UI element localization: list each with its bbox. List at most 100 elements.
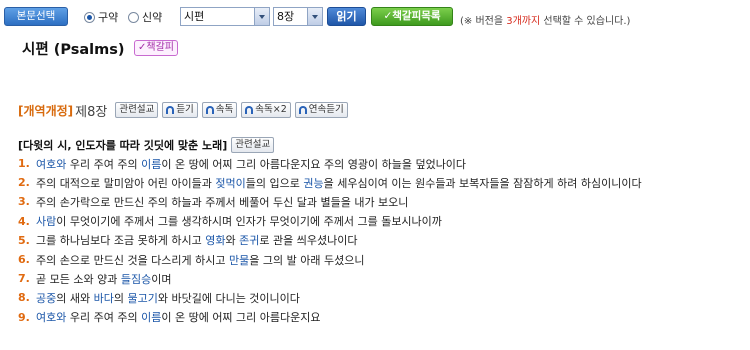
page-title: 시편 (Psalms) — [22, 42, 125, 58]
psalm-superscription: [다윗의 시, 인도자를 따라 깃딧에 맞춘 노래] 관련설교 — [18, 136, 275, 154]
verse-text-segment: 주의 손으로 만드신 것을 다스리게 하시고 — [36, 253, 230, 267]
verse-word-link[interactable]: 존귀 — [239, 234, 259, 247]
verse-text: 주의 손가락으로 만드신 주의 하늘과 주께서 베풀어 두신 달과 별들을 내가… — [36, 194, 408, 210]
verse-number: 4. — [18, 214, 30, 228]
bookmark-list-label: 책갈피목록 — [392, 10, 441, 22]
radio-old-testament-dot[interactable] — [84, 11, 95, 23]
verse-row: 9. 여호와 우리 주여 주의 이름이 온 땅에 어찌 그리 아름다운지요 — [18, 308, 750, 327]
radio-old-testament[interactable]: 구약 — [84, 9, 118, 25]
verse-number: 2. — [18, 176, 30, 190]
verse-text-segment: 와 바닷길에 다니는 것이니이다 — [157, 291, 300, 305]
headphones-icon — [205, 106, 214, 114]
verse-list: 1. 여호와 우리 주여 주의 이름이 온 땅에 어찌 그리 아름다운지요 주의 … — [18, 154, 750, 327]
radio-new-testament-dot[interactable] — [128, 11, 139, 23]
bookmark-list-button[interactable]: ✓책갈피목록 — [371, 7, 453, 26]
verse-text-segment: 주의 대적으로 말미암아 어린 아이들과 — [36, 176, 216, 190]
verse-word-link[interactable]: 영화 — [205, 234, 225, 247]
related-sermon-button[interactable]: 관련설교 — [115, 102, 159, 118]
verse-text-segment: 이 온 땅에 어찌 그리 아름다운지요 주의 영광이 하늘을 덮었나이다 — [161, 157, 467, 171]
related-sermon-button[interactable]: 관련설교 — [231, 137, 275, 153]
verse-text: 공중의 새와 바다의 물고기와 바닷길에 다니는 것이니이다 — [36, 290, 300, 306]
verse-text-segment: 의 새와 — [56, 291, 94, 305]
verse-text: 사람이 무엇이기에 주께서 그를 생각하시며 인자가 무엇이기에 주께서 그를 … — [36, 213, 442, 229]
select-passage-button[interactable]: 본문선택 — [4, 7, 68, 26]
verse-text-segment: 들의 입으로 — [245, 176, 304, 190]
verse-row: 5. 그를 하나님보다 조금 못하게 하시고 영화와 존귀로 관을 씌우셨나이다 — [18, 231, 750, 250]
verse-word-link[interactable]: 들짐승 — [121, 273, 151, 286]
verse-row: 3. 주의 손가락으로 만드신 주의 하늘과 주께서 베풀어 두신 달과 별들을 … — [18, 192, 750, 211]
verse-word-link[interactable]: 여호와 — [36, 158, 66, 171]
headphones-icon — [245, 106, 254, 114]
verse-text: 그를 하나님보다 조금 못하게 하시고 영화와 존귀로 관을 씌우셨나이다 — [36, 232, 358, 248]
verse-row: 1. 여호와 우리 주여 주의 이름이 온 땅에 어찌 그리 아름다운지요 주의 … — [18, 154, 750, 173]
chevron-down-icon[interactable] — [307, 8, 322, 25]
verse-text-segment: 의 — [113, 291, 128, 305]
verse-text-segment: 이 온 땅에 어찌 그리 아름다운지요 — [161, 311, 321, 325]
verse-text-segment: 우리 주여 주의 — [66, 157, 142, 171]
read-button[interactable]: 읽기 — [327, 7, 366, 26]
headphones-icon — [298, 106, 307, 114]
verse-text: 여호와 우리 주여 주의 이름이 온 땅에 어찌 그리 아름다운지요 — [36, 309, 321, 325]
verse-word-link[interactable]: 여호와 — [36, 311, 66, 324]
verse-word-link[interactable]: 권능 — [303, 177, 323, 190]
verse-word-link[interactable]: 사람 — [36, 215, 56, 228]
verse-text: 곧 모든 소와 양과 들짐승이며 — [36, 271, 171, 287]
continuous-listen-button[interactable]: 연속듣기 — [294, 102, 348, 118]
chapter-select[interactable]: 8장 — [273, 7, 323, 26]
verse-word-link[interactable]: 이름 — [141, 311, 161, 324]
version-limit-note: (※ 버전을 3개까지 선택할 수 있습니다.) — [460, 12, 630, 27]
verse-text: 주의 손으로 만드신 것을 다스리게 하시고 만물을 그의 발 아래 두셨으니 — [36, 252, 364, 268]
verse-row: 7. 곧 모든 소와 양과 들짐승이며 — [18, 269, 750, 288]
verse-row: 6. 주의 손으로 만드신 것을 다스리게 하시고 만물을 그의 발 아래 두셨으… — [18, 250, 750, 269]
verse-word-link[interactable]: 이름 — [141, 158, 161, 171]
speed-read-label: 속독 — [215, 104, 234, 115]
verse-word-link[interactable]: 물고기 — [127, 292, 157, 305]
verse-text-segment: 곧 모든 소와 양과 — [36, 272, 121, 286]
listen-label: 듣기 — [176, 104, 194, 115]
verse-text: 여호와 우리 주여 주의 이름이 온 땅에 어찌 그리 아름다운지요 주의 영광… — [36, 156, 466, 172]
speed-read-2x-button[interactable]: 속독×2 — [241, 102, 291, 118]
toolbar: 본문선택 구약 신약 시편 8장 읽기 ✓책갈피목록 (※ 버전을 3개까지 선… — [0, 4, 750, 28]
verse-text-segment: 이며 — [151, 272, 172, 286]
verse-text-segment: 와 — [225, 234, 240, 248]
chapter-label: 제8장 — [75, 104, 108, 120]
verse-number: 5. — [18, 233, 30, 247]
verse-word-link[interactable]: 공중 — [36, 292, 56, 305]
verse-text-segment: 주의 손가락으로 만드신 주의 하늘과 주께서 베풀어 두신 달과 별들을 내가… — [36, 195, 409, 209]
listen-button[interactable]: 듣기 — [162, 102, 198, 118]
continuous-listen-label: 연속듣기 — [308, 104, 344, 115]
note-highlight: 3개까지 — [506, 16, 541, 27]
verse-number: 6. — [18, 253, 30, 267]
verse-text-segment: 우리 주여 주의 — [66, 311, 142, 325]
verse-number: 8. — [18, 291, 30, 305]
verse-text-segment: 이 무엇이기에 주께서 그를 생각하시며 인자가 무엇이기에 주께서 그를 돌보… — [56, 215, 442, 229]
verse-text: 주의 대적으로 말미암아 어린 아이들과 젖먹이들의 입으로 권능을 세우심이여… — [36, 175, 642, 191]
bookmark-badge[interactable]: ✓책갈피 — [134, 40, 178, 56]
version-label: [개역개정] — [18, 103, 74, 118]
radio-old-testament-label: 구약 — [98, 11, 119, 24]
chapter-header: [개역개정] 제8장 관련설교 듣기 속독 속독×2 연속듣기 — [18, 100, 348, 120]
verse-word-link[interactable]: 만물 — [229, 254, 249, 267]
verse-number: 7. — [18, 272, 30, 286]
book-select[interactable]: 시편 — [180, 7, 270, 26]
verse-row: 8. 공중의 새와 바다의 물고기와 바닷길에 다니는 것이니이다 — [18, 288, 750, 307]
radio-new-testament[interactable]: 신약 — [128, 9, 162, 25]
speed-read-button[interactable]: 속독 — [201, 102, 238, 118]
chevron-down-icon[interactable] — [254, 8, 269, 25]
verse-number: 3. — [18, 195, 30, 209]
verse-number: 1. — [18, 157, 30, 171]
note-prefix: (※ 버전을 — [460, 16, 507, 27]
verse-text-segment: 로 관을 씌우셨나이다 — [259, 234, 358, 248]
radio-new-testament-label: 신약 — [142, 11, 163, 24]
speed-read-2x-label: 속독×2 — [255, 104, 287, 115]
verse-word-link[interactable]: 바다 — [94, 292, 114, 305]
verse-row: 2. 주의 대적으로 말미암아 어린 아이들과 젖먹이들의 입으로 권능을 세우심… — [18, 173, 750, 192]
psalm-superscription-text: [다윗의 시, 인도자를 따라 깃딧에 맞춘 노래] — [18, 139, 228, 152]
note-suffix: 선택할 수 있습니다.) — [540, 16, 631, 27]
verse-word-link[interactable]: 젖먹이 — [215, 177, 245, 190]
bookmark-badge-label: 책갈피 — [146, 42, 174, 53]
verse-number: 9. — [18, 310, 30, 324]
related-sermon-label: 관련설교 — [119, 104, 155, 115]
headphones-icon — [166, 106, 175, 114]
verse-text-segment: 그를 하나님보다 조금 못하게 하시고 — [36, 234, 206, 248]
